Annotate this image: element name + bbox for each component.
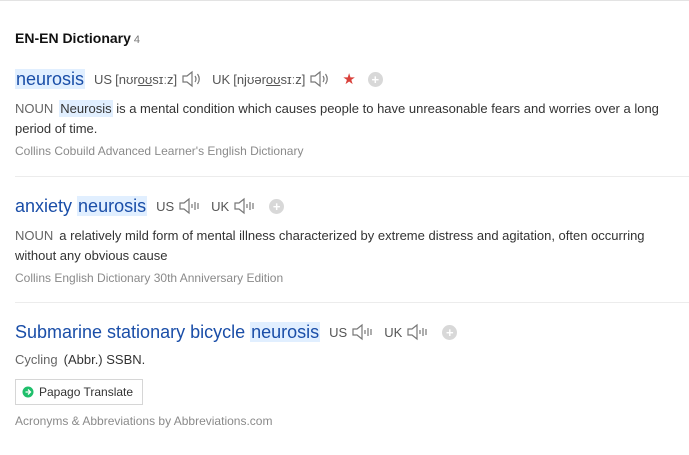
section-title: EN-EN Dictionary bbox=[15, 30, 131, 46]
definition: NOUN a relatively mild form of mental ill… bbox=[15, 226, 680, 266]
definition-keyword: Neurosis bbox=[59, 100, 113, 117]
entry-head: anxiety neurosis US UK + bbox=[15, 194, 689, 218]
definition-text: a relatively mild form of mental illness… bbox=[15, 228, 645, 263]
headword-highlight: neurosis bbox=[77, 195, 148, 216]
papago-translate-button[interactable]: Papago Translate bbox=[15, 379, 144, 405]
dictionary-source: Collins Cobuild Advanced Learner's Engli… bbox=[15, 144, 304, 158]
papago-label: Papago Translate bbox=[39, 385, 134, 399]
headword-link[interactable]: neurosis bbox=[15, 68, 86, 90]
us-label: US bbox=[94, 71, 113, 87]
speaker-icon[interactable] bbox=[178, 197, 202, 215]
plus-icon[interactable]: + bbox=[269, 198, 285, 214]
definition-text: (Abbr.) SSBN. bbox=[63, 352, 146, 367]
uk-pronunciation: [njʊəroʊsɪːz] bbox=[233, 72, 305, 87]
speaker-icon[interactable] bbox=[351, 323, 375, 341]
entry-head: Submarine stationary bicycle neurosis US… bbox=[15, 320, 689, 344]
uk-label: UK bbox=[384, 324, 403, 340]
entry-anxiety-neurosis: anxiety neurosis US UK + NOUN a relativel… bbox=[15, 194, 689, 285]
entry-head: neurosis US [nʊroʊsɪːz] UK [njʊəroʊsɪːz]… bbox=[15, 67, 689, 91]
part-of-speech: NOUN bbox=[15, 228, 54, 243]
headword-text: anxiety bbox=[15, 195, 78, 216]
entry-submarine-stationary-bicycle-neurosis: Submarine stationary bicycle neurosis US… bbox=[15, 320, 689, 428]
headword-highlight: neurosis bbox=[250, 321, 321, 342]
plus-icon[interactable]: + bbox=[367, 71, 383, 87]
speaker-icon[interactable] bbox=[181, 70, 203, 88]
part-of-speech: NOUN bbox=[15, 101, 54, 116]
ipa-part: sɪːz] bbox=[152, 71, 178, 87]
headword-text: Submarine stationary bicycle bbox=[15, 321, 251, 342]
plus-icon[interactable]: + bbox=[442, 324, 458, 340]
papago-icon bbox=[22, 386, 34, 398]
top-border bbox=[0, 0, 689, 1]
us-pronunciation: [nʊroʊsɪːz] bbox=[115, 72, 177, 87]
headword-link[interactable]: Submarine stationary bicycle neurosis bbox=[15, 321, 321, 343]
speaker-icon[interactable] bbox=[309, 70, 331, 88]
headword-link[interactable]: anxiety neurosis bbox=[15, 195, 148, 217]
star-icon[interactable]: ★ bbox=[342, 70, 355, 88]
ipa-part: [njʊər bbox=[233, 71, 266, 87]
ipa-part: sɪːz] bbox=[280, 71, 306, 87]
section-header: EN-EN Dictionary 4 bbox=[15, 30, 140, 46]
divider bbox=[15, 176, 689, 177]
ipa-stress: oʊ bbox=[137, 71, 153, 87]
divider bbox=[15, 302, 689, 303]
us-label: US bbox=[156, 198, 175, 214]
speaker-icon[interactable] bbox=[233, 197, 257, 215]
category-label: Cycling bbox=[15, 352, 58, 367]
ipa-stress: oʊ bbox=[265, 71, 281, 87]
us-label: US bbox=[329, 324, 348, 340]
definition: Cycling (Abbr.) SSBN. bbox=[15, 350, 680, 370]
uk-label: UK bbox=[212, 71, 231, 87]
speaker-icon[interactable] bbox=[406, 323, 430, 341]
headword-highlight: neurosis bbox=[15, 68, 86, 89]
dictionary-source: Collins English Dictionary 30th Annivers… bbox=[15, 271, 284, 285]
definition: NOUN Neurosis is a mental condition which… bbox=[15, 99, 680, 139]
entry-neurosis: neurosis US [nʊroʊsɪːz] UK [njʊəroʊsɪːz]… bbox=[15, 67, 689, 158]
uk-label: UK bbox=[211, 198, 230, 214]
result-count: 4 bbox=[133, 34, 141, 46]
ipa-part: [nʊr bbox=[115, 71, 138, 87]
dictionary-source: Acronyms & Abbreviations by Abbreviation… bbox=[15, 414, 273, 428]
